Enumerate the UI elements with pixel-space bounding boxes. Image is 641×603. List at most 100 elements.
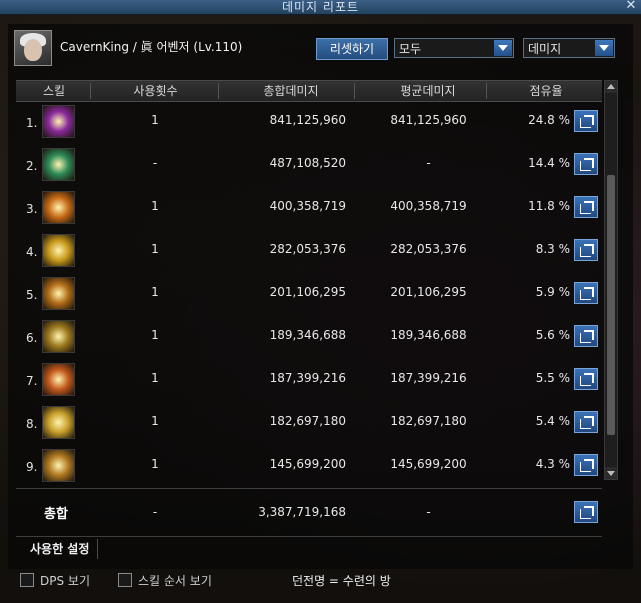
row-total-damage: 487,108,520 [269,156,346,170]
row-total-damage: 145,699,200 [269,457,346,471]
totals-row: 총합 - 3,387,719,168 - [16,488,602,535]
column-use-count: 사용횟수 [133,84,178,98]
table-row[interactable]: 6. 1 189,346,688 189,346,688 5.6 % [16,315,602,358]
row-index: 6. [26,331,38,345]
chevron-down-icon[interactable] [494,40,512,56]
scroll-thumb[interactable] [607,175,615,435]
row-total-damage: 400,358,719 [269,199,346,213]
filter-select-value: 모두 [399,42,422,56]
row-average-damage: 201,106,295 [390,285,467,299]
row-index: 4. [26,245,38,259]
skill-icon-9 [42,449,75,482]
export-icon[interactable] [574,368,598,390]
column-divider [486,83,487,99]
skill-order-checkbox[interactable] [118,573,132,587]
row-index: 8. [26,417,38,431]
totals-label: 총합 [44,507,68,522]
row-total-damage: 841,125,960 [269,113,346,127]
export-icon[interactable] [574,153,598,175]
export-icon[interactable] [574,411,598,433]
table-row[interactable]: 3. 1 400,358,719 400,358,719 11.8 % [16,186,602,229]
row-average-damage: 400,358,719 [390,199,467,213]
row-total-damage: 187,399,216 [269,371,346,385]
skill-icon-1 [42,105,75,138]
scroll-up-icon[interactable] [605,81,617,93]
row-index: 7. [26,374,38,388]
chevron-down-icon[interactable] [595,40,613,56]
skill-icon-2 [42,148,75,181]
reset-button[interactable]: 리셋하기 [316,38,388,60]
row-share: 11.8 % [528,199,570,213]
row-share: 5.5 % [535,371,570,385]
totals-average-damage: - [426,505,431,519]
skill-icon-7 [42,363,75,396]
export-icon[interactable] [574,239,598,261]
table-row[interactable]: 7. 1 187,399,216 187,399,216 5.5 % [16,358,602,401]
totals-use-count: - [152,505,158,519]
row-use-count: 1 [151,199,159,213]
export-icon[interactable] [574,454,598,476]
export-icon[interactable] [574,196,598,218]
row-share: 4.3 % [535,457,570,471]
table-row[interactable]: 4. 1 282,053,376 282,053,376 8.3 % [16,229,602,272]
table-row[interactable]: 9. 1 145,699,200 145,699,200 4.3 % [16,444,602,487]
row-index: 9. [26,460,38,474]
avatar-face [24,39,42,61]
row-average-damage: 187,399,216 [390,371,467,385]
row-share: 14.4 % [528,156,570,170]
column-skill: 스킬 [42,84,66,98]
row-share: 8.3 % [535,242,570,256]
metric-select[interactable]: 데미지 [523,38,615,58]
filter-select[interactable]: 모두 [394,38,514,58]
row-total-damage: 201,106,295 [269,285,346,299]
table-row[interactable]: 5. 1 201,106,295 201,106,295 5.9 % [16,272,602,315]
scroll-down-icon[interactable] [605,467,617,479]
row-share: 24.8 % [528,113,570,127]
row-index: 1. [26,116,38,130]
row-share: 5.4 % [535,414,570,428]
row-index: 3. [26,202,38,216]
title-bar[interactable]: 데미지 리포트 ✕ [0,0,641,15]
close-icon[interactable]: ✕ [624,0,638,13]
skill-order-label: 스킬 순서 보기 [138,574,212,588]
character-name: CavernKing / 眞 어벤저 (Lv.110) [60,40,243,54]
row-average-damage: 189,346,688 [390,328,467,342]
metric-select-value: 데미지 [528,42,562,56]
column-average-damage: 평균데미지 [400,84,456,98]
row-index: 5. [26,288,38,302]
character-avatar [14,30,52,66]
row-total-damage: 182,697,180 [269,414,346,428]
footer: DPS 보기 스킬 순서 보기 던전명 = 수련의 방 [0,570,641,592]
table-row[interactable]: 8. 1 182,697,180 182,697,180 5.4 % [16,401,602,444]
row-index: 2. [26,159,38,173]
row-use-count: 1 [151,242,159,256]
row-average-damage: 145,699,200 [390,457,467,471]
skill-icon-8 [42,406,75,439]
row-use-count: 1 [151,371,159,385]
dps-view-label: DPS 보기 [40,574,90,588]
row-use-count: 1 [151,285,159,299]
row-average-damage: 282,053,376 [390,242,467,256]
table-row[interactable]: 1. 1 841,125,960 841,125,960 24.8 % [16,100,602,143]
row-share: 5.9 % [535,285,570,299]
tab-used-settings[interactable]: 사용한 설정 [22,539,99,559]
dps-view-checkbox[interactable] [20,573,34,587]
skill-icon-4 [42,234,75,267]
table-row[interactable]: 2. - 487,108,520 - 14.4 % [16,143,602,186]
export-icon[interactable] [574,501,598,523]
row-use-count: 1 [151,113,159,127]
dungeon-name: 던전명 = 수련의 방 [292,574,391,588]
export-icon[interactable] [574,325,598,347]
export-icon[interactable] [574,110,598,132]
window-title: 데미지 리포트 [281,0,360,14]
skill-icon-6 [42,320,75,353]
column-share: 점유율 [529,84,563,98]
export-icon[interactable] [574,282,598,304]
table-scrollbar[interactable] [604,80,618,480]
row-total-damage: 282,053,376 [269,242,346,256]
row-average-damage: - [426,156,431,170]
row-use-count: 1 [151,414,159,428]
column-divider [354,83,355,99]
row-share: 5.6 % [535,328,570,342]
totals-total-damage: 3,387,719,168 [258,505,346,519]
